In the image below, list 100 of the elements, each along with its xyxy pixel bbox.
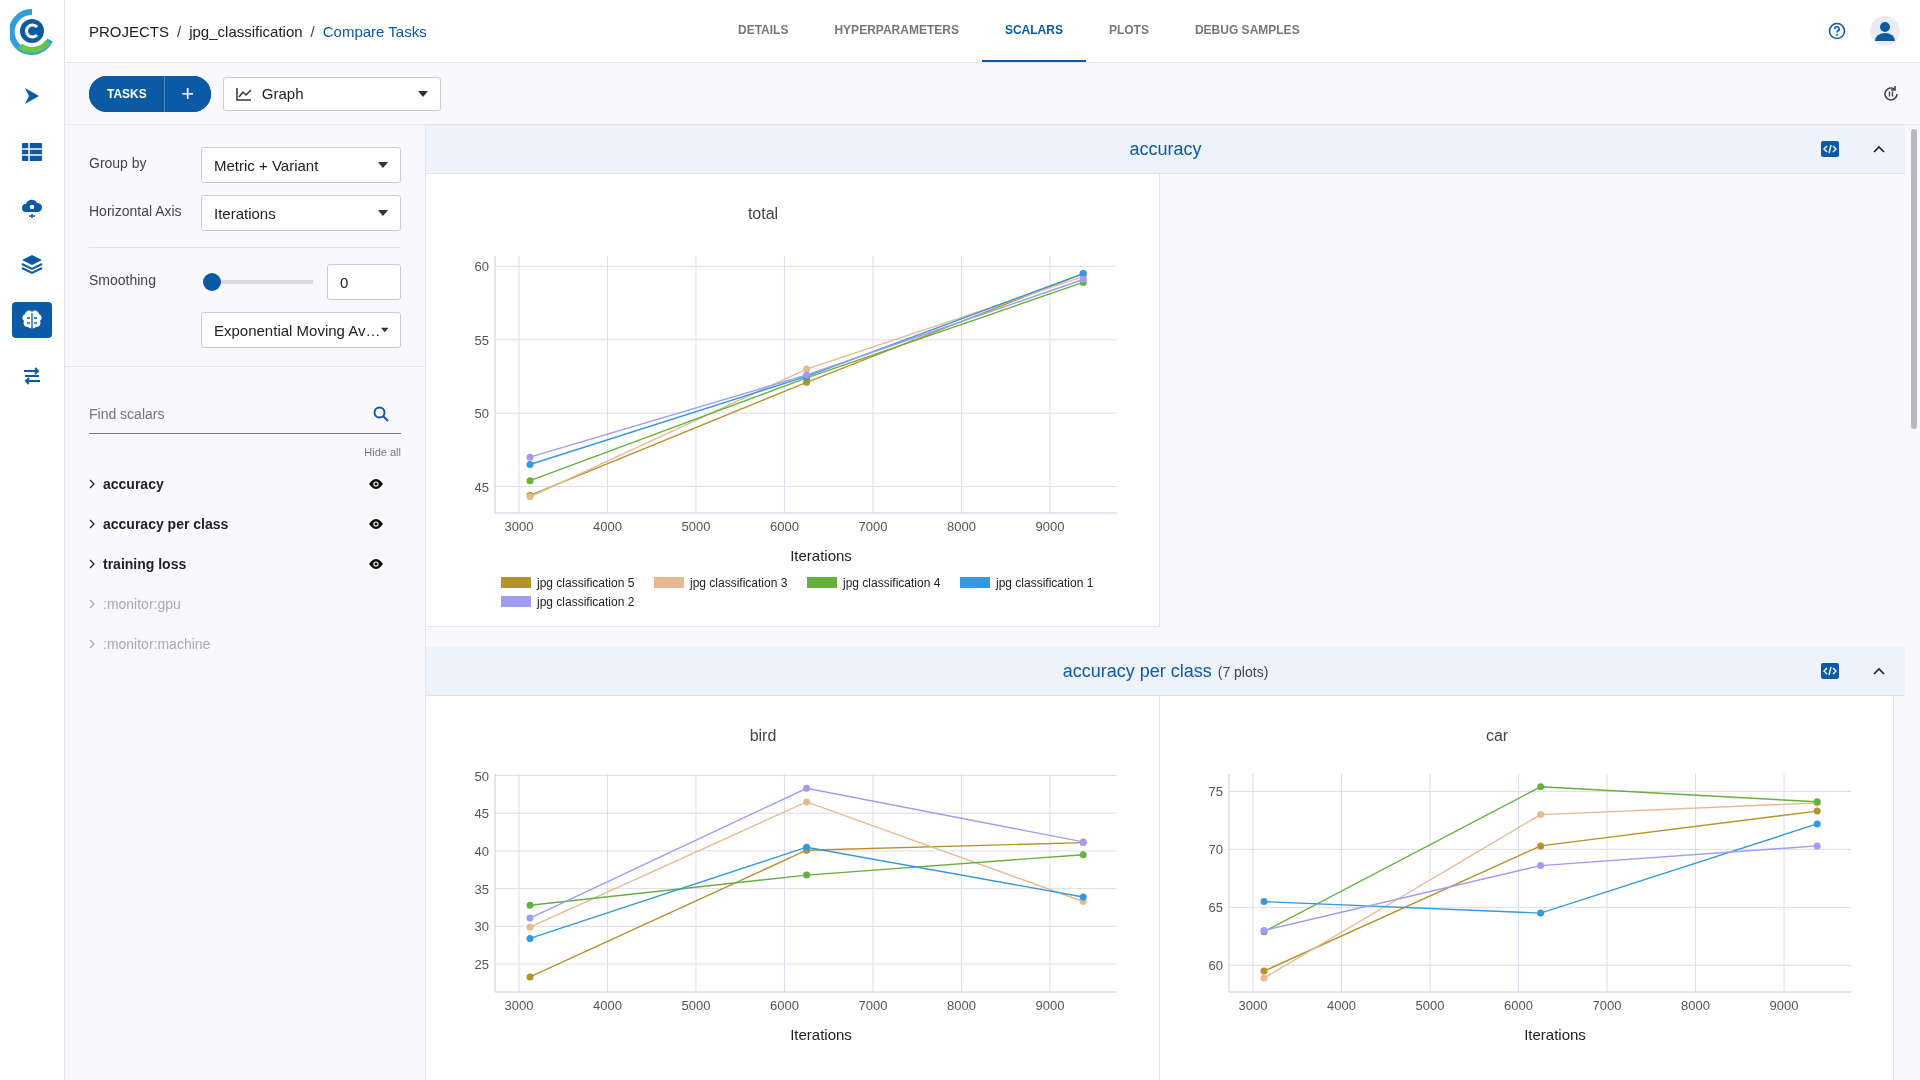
table-icon [21,142,43,162]
axis-tick-label: 3000 [1238,998,1268,1013]
axis-tick-label: 6000 [770,998,799,1013]
axis-tick-label: 7000 [858,998,888,1013]
smoothing-method-select[interactable]: Exponential Moving Av… [201,312,401,348]
auto-refresh-icon[interactable] [1882,84,1900,103]
axis-tick-label: 3000 [504,998,534,1013]
axis-tick-label: 45 [474,806,489,822]
slider-thumb[interactable] [203,273,221,291]
section-title: accuracy [1129,138,1202,160]
legend-label[interactable]: jpg classification 1 [996,576,1094,590]
embed-code-icon[interactable] [1821,663,1839,679]
chevron-right-icon[interactable] [89,519,95,529]
axis-tick-label: 4000 [593,998,622,1013]
axis-tick-label: 45 [474,479,489,495]
tab[interactable]: DETAILS [715,0,812,62]
axis-tick-label: 30 [474,919,489,935]
axis-tick-label: 75 [1208,784,1223,800]
breadcrumb-link[interactable]: Compare Tasks [322,22,427,40]
chevron-right-icon[interactable] [89,479,95,489]
axis-tick-label: 40 [474,843,489,859]
chevron-up-icon[interactable] [1873,145,1885,153]
eye-icon[interactable] [369,479,383,489]
search-field[interactable]: Find scalars [89,399,361,429]
embed-code-icon[interactable] [1821,141,1839,157]
chevron-right-icon[interactable] [89,559,95,569]
tab[interactable]: SCALARS [981,0,1086,62]
legend-label[interactable]: jpg classification 3 [690,576,788,590]
group-by-select[interactable]: Metric + Variant [201,147,401,183]
brain-nav-button[interactable] [12,302,52,338]
axis-tick-label: 50 [474,768,489,784]
logo-icon[interactable] [10,8,54,56]
field-label: Horizontal Axis [89,202,182,219]
chart-title: total [747,205,779,222]
axis-title: Iterations [790,1026,852,1043]
field-label: Group by [89,154,147,171]
legend-label[interactable]: jpg classification 2 [537,595,635,609]
hide-all-link[interactable]: Hide all [364,446,401,458]
axis-tick-label: 4000 [1327,998,1356,1013]
cloud-gear-icon [21,197,43,219]
scrollbar[interactable] [1911,129,1917,429]
tab[interactable]: HYPERPARAMETERS [811,0,982,62]
axis-tick-label: 7000 [1592,998,1622,1013]
caret-icon [378,162,388,168]
eye-icon[interactable] [369,519,383,529]
legend-swatch[interactable] [654,577,684,588]
axis-tick-label: 70 [1208,842,1223,858]
search-icon[interactable] [373,406,389,422]
tab[interactable]: PLOTS [1085,0,1172,62]
tasks-button[interactable]: TASKS [89,75,165,112]
swap-arrows-icon [21,365,43,387]
view-select[interactable]: Graph [222,76,441,111]
help-icon[interactable] [1828,22,1846,40]
axis-tick-label: 7000 [858,519,888,534]
axis-tick-label: 8000 [1681,998,1710,1013]
layers-icon [21,253,43,275]
eye-icon[interactable] [369,559,383,569]
axis-title: Iterations [1524,1026,1586,1043]
scalar-item[interactable]: training loss [103,556,187,572]
horizontal-axis-select[interactable]: Iterations [201,195,401,231]
axis-tick-label: 9000 [1035,998,1065,1013]
axis-tick-label: 60 [474,259,489,275]
legend-swatch[interactable] [807,577,837,588]
axis-tick-label: 5000 [1415,998,1445,1013]
axis-tick-label: 6000 [770,519,799,534]
axis-tick-label: 9000 [1035,519,1065,534]
axis-tick-label: 55 [474,332,489,348]
legend-swatch[interactable] [501,577,531,588]
breadcrumb-link[interactable]: PROJECTS [89,22,169,40]
chart-title: bird [749,727,777,744]
breadcrumb-link[interactable]: jpg_classification [189,22,303,40]
caret-icon [417,90,428,97]
smoothing-input[interactable]: 0 [327,264,401,300]
caret-icon [380,327,388,333]
legend-swatch[interactable] [501,596,531,607]
axis-tick-label: 65 [1208,900,1223,916]
chart-title: car [1485,727,1509,744]
axis-title: Iterations [790,547,852,564]
axis-tick-label: 8000 [947,998,976,1013]
legend-label[interactable]: jpg classification 5 [537,576,635,590]
axis-tick-label: 35 [474,881,489,897]
axis-tick-label: 5000 [681,998,711,1013]
axis-tick-label: 3000 [504,519,534,534]
legend-swatch[interactable] [960,577,990,588]
field-label: Smoothing [89,271,156,288]
axis-tick-label: 25 [474,957,489,973]
axis-tick-label: 8000 [947,519,976,534]
scalar-item[interactable]: accuracy [103,476,164,492]
tab[interactable]: DEBUG SAMPLES [1171,0,1323,62]
axis-tick-label: 5000 [681,519,711,534]
axis-tick-label: 6000 [1504,998,1533,1013]
scalar-item[interactable]: accuracy per class [103,516,229,532]
axis-tick-label: 60 [1208,958,1223,974]
chevron-up-icon[interactable] [1873,667,1885,675]
axis-tick-label: 50 [474,406,489,422]
line-chart-icon [235,86,252,101]
legend-label[interactable]: jpg classification 4 [843,576,941,590]
user-avatar[interactable] [1870,16,1900,46]
axis-tick-label: 4000 [593,519,622,534]
brain-icon [21,309,43,331]
